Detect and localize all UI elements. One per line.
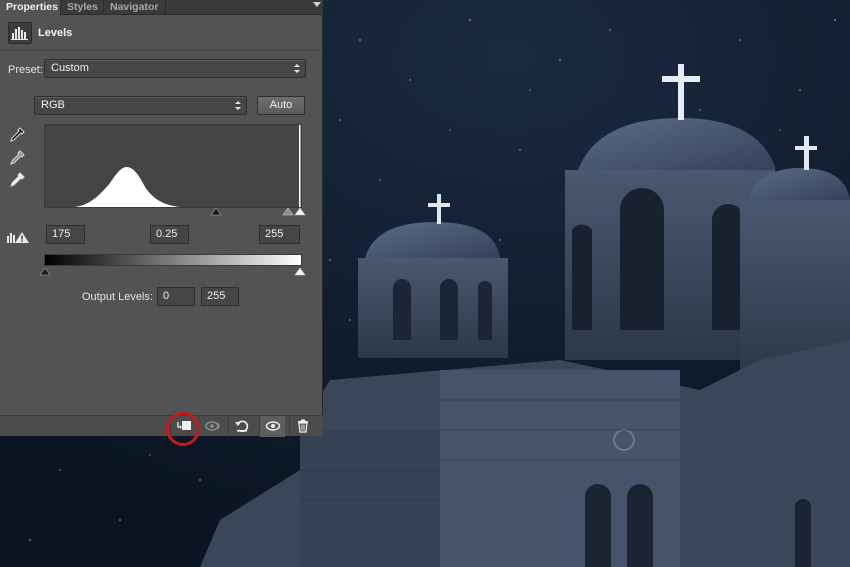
preset-value: Custom [51,62,89,74]
reset-button[interactable] [228,416,254,437]
channel-dropdown[interactable]: RGB [34,96,247,115]
properties-panel: Properties Styles Navigator Levels Prese… [0,0,323,437]
channel-value: RGB [41,99,65,111]
black-input-handle [210,207,222,216]
panel-menu-icon[interactable] [313,2,321,7]
delete-button[interactable] [289,416,315,437]
levels-histogram-icon [8,22,32,44]
auto-button[interactable]: Auto [257,96,305,115]
highlight-annotation-circle [166,412,200,446]
tab-navigator[interactable]: Navigator [104,0,166,15]
input-levels-slider[interactable] [40,204,308,218]
tab-styles[interactable]: Styles [61,0,104,15]
dropdown-arrows-icon [235,101,241,110]
histogram [44,124,302,208]
preset-dropdown[interactable]: Custom [44,59,306,78]
visibility-eye-icon [265,421,281,431]
input-gamma-field[interactable]: 0.25 [150,225,189,244]
output-levels-label: Output Levels: [82,291,153,303]
divider [0,50,323,51]
white-point-eyedropper-icon[interactable] [8,171,26,189]
gamma-input-handle [282,207,294,216]
trash-icon [298,419,308,433]
input-black-field[interactable]: 175 [46,225,85,244]
white-input-handle [294,207,306,216]
black-point-eyedropper-icon[interactable] [8,126,26,144]
panel-tab-bar: Properties Styles Navigator [0,0,323,16]
view-previous-state-button[interactable] [198,416,224,437]
adjustment-title: Levels [38,27,73,39]
black-output-handle [40,267,51,276]
gray-point-eyedropper-icon[interactable] [8,149,26,167]
dropdown-arrows-icon [294,64,300,73]
toggle-visibility-button[interactable] [259,416,285,437]
reset-icon [235,420,249,433]
view-previous-state-icon [205,421,220,431]
tab-properties[interactable]: Properties [0,0,61,16]
preset-label: Preset: [8,64,43,76]
output-levels-slider[interactable] [40,265,308,277]
output-black-field[interactable]: 0 [157,287,195,306]
input-white-field[interactable]: 255 [259,225,300,244]
white-output-handle [294,267,306,276]
clipping-warning-icon[interactable] [6,230,30,244]
output-white-field[interactable]: 255 [201,287,239,306]
panel-footer-toolbar [0,415,323,437]
